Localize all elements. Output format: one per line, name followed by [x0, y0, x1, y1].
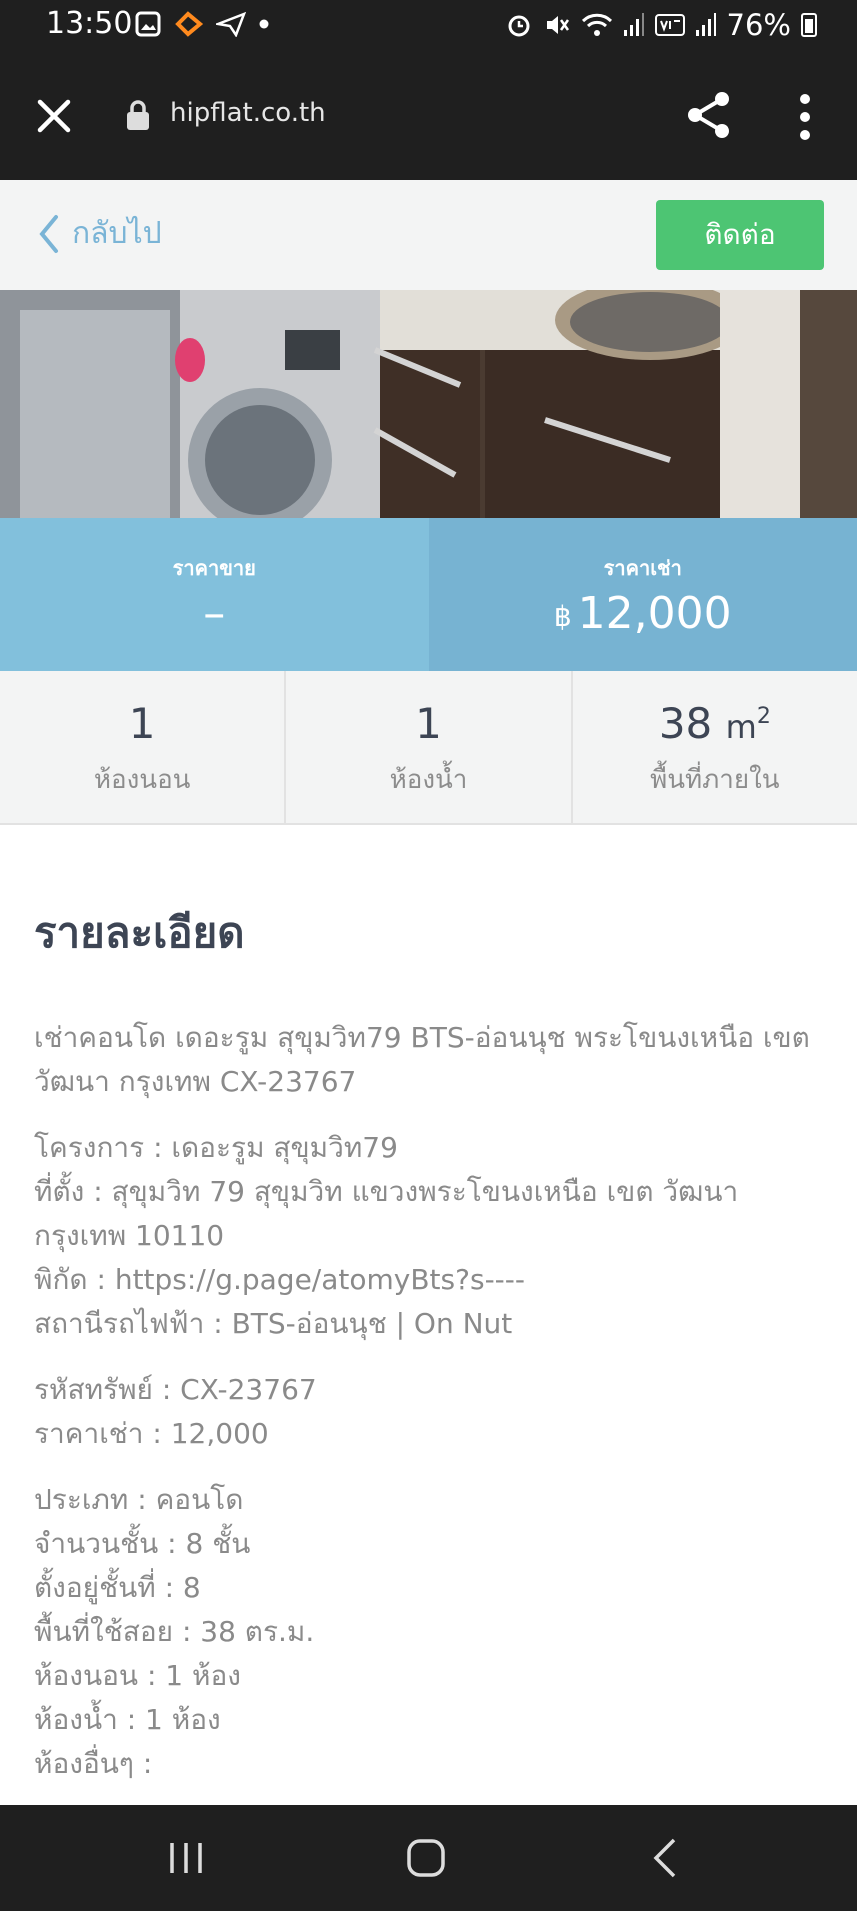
- url-text[interactable]: hipflat.co.th: [170, 98, 326, 128]
- chevron-left-icon: [39, 214, 58, 253]
- system-navigation-bar: [0, 1805, 857, 1911]
- details-project: โครงการ : เดอะรูม สุขุมวิท79: [34, 1131, 398, 1164]
- dot-icon: [259, 19, 269, 29]
- listing-photo[interactable]: [0, 290, 857, 518]
- wifi-icon: [581, 13, 612, 36]
- area-number: 38: [658, 699, 713, 748]
- back-button[interactable]: กลับไป: [38, 210, 162, 257]
- mute-icon: [546, 16, 569, 34]
- laundry-photo: [0, 290, 857, 518]
- baht-icon: ฿: [553, 599, 572, 633]
- battery-icon: [801, 13, 817, 37]
- share-icon[interactable]: [686, 90, 732, 140]
- details-bedrooms: ห้องนอน : 1 ห้อง: [34, 1659, 241, 1692]
- details-rent-price: ราคาเช่า : 12,000: [34, 1417, 269, 1450]
- details-coordinates[interactable]: พิกัด : https://g.page/atomyBts?s----: [34, 1258, 824, 1302]
- details-spec-block: ประเภท : คอนโด จำนวนชั้น : 8 ชั้น ตั้งอย…: [34, 1478, 824, 1786]
- details-location: ที่ตั้ง : สุขุมวิท 79 สุขุมวิท แขวงพระโข…: [34, 1175, 739, 1252]
- bedrooms-value: 1: [128, 699, 156, 748]
- bathrooms-value: 1: [415, 699, 442, 748]
- browser-toolbar: hipflat.co.th: [0, 54, 857, 180]
- details-on-floor: ตั้งอยู่ชั้นที่ : 8: [34, 1571, 201, 1604]
- back-nav-icon[interactable]: [636, 1835, 696, 1881]
- details-usable-area: พื้นที่ใช้สอย : 38 ตร.ม.: [34, 1615, 315, 1648]
- details-station: สถานีรถไฟฟ้า : BTS-อ่อนนุช | On Nut: [34, 1307, 513, 1340]
- rent-price-box: ราคาเช่า ฿ 12,000: [428, 518, 857, 671]
- details-location-block: โครงการ : เดอะรูม สุขุมวิท79 ที่ตั้ง : ส…: [34, 1126, 824, 1346]
- status-bar: 13:50 76%: [0, 0, 857, 54]
- rent-price-value: ฿ 12,000: [429, 588, 857, 639]
- area-value: 38 m2: [573, 699, 857, 748]
- stat-area: 38 m2 พื้นที่ภายใน: [570, 671, 857, 823]
- details-floors: จำนวนชั้น : 8 ชั้น: [34, 1527, 251, 1560]
- app-icon: [175, 11, 204, 37]
- page-header: กลับไป ติดต่อ: [0, 180, 857, 290]
- area-label: พื้นที่ภายใน: [650, 765, 780, 795]
- signal-icon: [623, 13, 644, 36]
- area-exponent: 2: [756, 704, 771, 729]
- price-panel: ราคาขาย – ราคาเช่า ฿ 12,000: [0, 518, 857, 671]
- more-options-icon[interactable]: [790, 92, 820, 142]
- home-icon[interactable]: [396, 1835, 456, 1881]
- sale-price-label: ราคาขาย: [172, 556, 256, 580]
- sale-price-value: –: [203, 588, 226, 639]
- bathrooms-label: ห้องน้ำ: [389, 765, 468, 795]
- close-icon[interactable]: [34, 96, 74, 136]
- back-label: กลับไป: [72, 216, 162, 251]
- details-bathrooms: ห้องน้ำ : 1 ห้อง: [34, 1703, 221, 1736]
- send-icon: [216, 11, 246, 37]
- rent-amount: 12,000: [577, 588, 732, 639]
- area-unit: m: [725, 708, 757, 746]
- signal-icon: [695, 13, 716, 36]
- details-title: รายละเอียด: [34, 908, 245, 957]
- contact-button[interactable]: ติดต่อ: [656, 200, 824, 270]
- details-other-rooms: ห้องอื่นๆ :: [34, 1747, 153, 1780]
- rent-price-label: ราคาเช่า: [603, 556, 682, 580]
- property-stats: 1 ห้องนอน 1 ห้องน้ำ 38 m2 พื้นที่ภายใน: [0, 671, 857, 825]
- details-type: ประเภท : คอนโด: [34, 1483, 244, 1516]
- details-code-block: รหัสทรัพย์ : CX-23767 ราคาเช่า : 12,000: [34, 1368, 824, 1456]
- sale-price-box: ราคาขาย –: [0, 518, 429, 671]
- status-time: 13:50: [46, 6, 133, 41]
- alarm-icon: [508, 15, 530, 37]
- stat-bathrooms: 1 ห้องน้ำ: [284, 671, 570, 823]
- battery-level: 76%: [726, 8, 791, 42]
- recent-apps-icon[interactable]: [156, 1835, 216, 1881]
- stat-bedrooms: 1 ห้องนอน: [0, 671, 284, 823]
- details-intro: เช่าคอนโด เดอะรูม สุขุมวิท79 BTS-อ่อนนุช…: [34, 1021, 810, 1098]
- details-code: รหัสทรัพย์ : CX-23767: [34, 1373, 317, 1406]
- lock-icon: [127, 100, 149, 130]
- bedrooms-label: ห้องนอน: [93, 765, 191, 795]
- gallery-icon: [135, 11, 161, 37]
- volte-icon: [654, 14, 685, 36]
- details-section: รายละเอียด เช่าคอนโด เดอะรูม สุขุมวิท79 …: [34, 900, 824, 1808]
